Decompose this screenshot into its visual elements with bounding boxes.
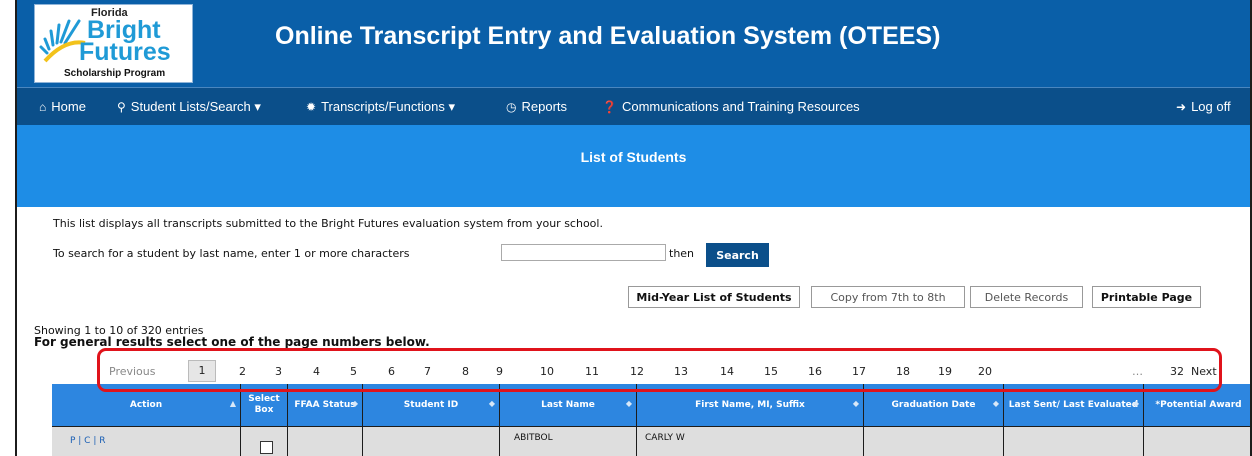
nav-reports-label: Reports [521, 99, 568, 114]
page-6[interactable]: 6 [388, 365, 395, 378]
nav-logoff-label: Log off [1191, 99, 1231, 114]
gear-icon: ✹ [306, 100, 317, 114]
printable-page-button[interactable]: Printable Page [1092, 286, 1201, 308]
sort-icon: ◆ [1132, 399, 1139, 408]
page-17[interactable]: 17 [852, 365, 866, 378]
pagination-previous[interactable]: Previous [109, 365, 156, 378]
nav-transcripts[interactable]: ✹ Transcripts/Functions ▾ [306, 99, 455, 115]
cell-select [241, 427, 288, 456]
search-then-label: then [669, 247, 695, 260]
pagination-next[interactable]: Next [1191, 365, 1217, 378]
page-11[interactable]: 11 [585, 365, 599, 378]
nav-student-lists[interactable]: ⚲ Student Lists/Search ▾ [117, 99, 261, 115]
app-frame: Florida Bright Futures Scholarship Progr… [15, 0, 1252, 456]
logo-futures-text: Futures [79, 38, 171, 66]
site-header: Florida Bright Futures Scholarship Progr… [17, 0, 1250, 87]
search-button[interactable]: Search [706, 243, 769, 267]
last-name-value: ABITBOL [514, 433, 553, 443]
main-content: This list displays all transcripts submi… [17, 207, 1250, 456]
nav-transcripts-label: Transcripts/Functions ▾ [321, 99, 455, 114]
pagination-ellipsis: … [1132, 365, 1143, 378]
section-title: List of Students [580, 149, 687, 165]
sort-icon: ◆ [992, 399, 999, 408]
nav-home-label: Home [51, 99, 86, 114]
cell-grad-date [864, 427, 1004, 456]
search-icon: ⚲ [117, 100, 126, 114]
search-prompt: To search for a student by last name, en… [53, 247, 410, 260]
sort-icon: ◆ [488, 399, 495, 408]
cell-last-sent [1004, 427, 1144, 456]
logo-program-text: Scholarship Program [64, 68, 166, 79]
dashboard-icon: ◷ [506, 100, 517, 114]
search-input[interactable] [501, 244, 666, 261]
table-row: P | C | R ABITBOL CARLY W [52, 426, 1250, 456]
page-3[interactable]: 3 [275, 365, 282, 378]
page-15[interactable]: 15 [764, 365, 778, 378]
nav-reports[interactable]: ◷ Reports [506, 99, 567, 114]
first-name-value: CARLY W [645, 433, 685, 443]
row-action-links[interactable]: P | C | R [70, 436, 105, 446]
sort-icon: ◆ [852, 399, 859, 408]
delete-records-button[interactable]: Delete Records [970, 286, 1083, 308]
cell-student-id [363, 427, 500, 456]
page-10[interactable]: 10 [540, 365, 554, 378]
cell-action: P | C | R [52, 427, 241, 456]
page-5[interactable]: 5 [350, 365, 357, 378]
midyear-list-button[interactable]: Mid-Year List of Students [628, 286, 800, 308]
bright-futures-logo: Florida Bright Futures Scholarship Progr… [34, 4, 193, 83]
intro-text: This list displays all transcripts submi… [53, 217, 603, 230]
main-nav: ⌂ Home ⚲ Student Lists/Search ▾ ✹ Transcrip… [17, 87, 1250, 125]
sort-icon: ◆ [625, 399, 632, 408]
home-icon: ⌂ [39, 100, 47, 114]
page-9[interactable]: 9 [496, 365, 503, 378]
section-band: List of Students [17, 125, 1250, 207]
select-checkbox[interactable] [260, 441, 273, 454]
question-icon: ❓ [602, 100, 617, 114]
logout-icon: ➜ [1176, 100, 1187, 114]
instructions-text: For general results select one of the pa… [34, 335, 430, 349]
cell-ffaa [288, 427, 363, 456]
nav-home[interactable]: ⌂ Home [39, 99, 86, 114]
page-title: Online Transcript Entry and Evaluation S… [275, 22, 941, 50]
cell-award [1144, 427, 1250, 456]
page-14[interactable]: 14 [720, 365, 734, 378]
cell-first-name: CARLY W [637, 427, 864, 456]
sort-icon: ◆ [351, 399, 358, 408]
page-19[interactable]: 19 [938, 365, 952, 378]
page-4[interactable]: 4 [313, 365, 320, 378]
nav-logoff[interactable]: ➜ Log off [1176, 99, 1231, 114]
nav-student-lists-label: Student Lists/Search ▾ [130, 99, 261, 114]
page-20[interactable]: 20 [978, 365, 992, 378]
sort-icon: ▲ [229, 399, 236, 408]
page-13[interactable]: 13 [674, 365, 688, 378]
page-12[interactable]: 12 [630, 365, 644, 378]
copy-7th-8th-button[interactable]: Copy from 7th to 8th [811, 286, 965, 308]
nav-communications-label: Communications and Training Resources [621, 99, 860, 114]
page-18[interactable]: 18 [896, 365, 910, 378]
page-16[interactable]: 16 [808, 365, 822, 378]
page-8[interactable]: 8 [462, 365, 469, 378]
page-32[interactable]: 32 [1170, 365, 1184, 378]
page-2[interactable]: 2 [239, 365, 246, 378]
nav-communications[interactable]: ❓ Communications and Training Resources [602, 99, 860, 114]
pagination-highlight: Previous 1 2 3 4 5 6 7 8 9 10 11 12 13 14 15 16 17 18 19 2… [97, 348, 1222, 392]
page-7[interactable]: 7 [424, 365, 431, 378]
page-1-current[interactable]: 1 [188, 360, 216, 382]
cell-last-name: ABITBOL [500, 427, 637, 456]
